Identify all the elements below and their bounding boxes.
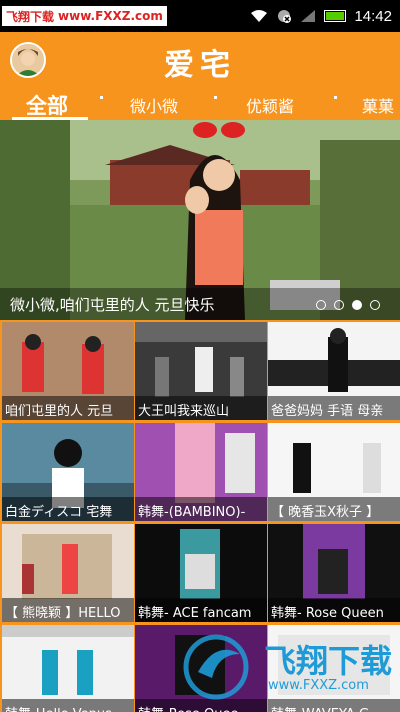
video-caption-bar: 【 晚香玉X秋子 】 [268,497,400,521]
pagination-dot[interactable] [370,300,380,310]
tab-youyingjiang[interactable]: 优颖酱 [246,93,294,117]
video-tile[interactable]: 爸爸妈妈 手语 母亲 [268,322,400,420]
clock: 14:42 [354,7,392,25]
watermark-overlay: 飞翔下载 www.FXXZ.com [178,632,393,702]
watermark-name: 飞翔下载 [6,9,55,24]
tab-guoguo[interactable]: 菓菓 [362,93,394,117]
video-title: 【 熊晓颖 】HELLO [5,606,121,621]
video-title: 韩舞- Rose Queen [271,606,384,621]
video-tile[interactable]: 咱们屯里的人 元旦 [2,322,134,420]
pagination-dot-active[interactable] [352,300,362,310]
video-title: 爸爸妈妈 手语 母亲 [271,404,384,419]
watermark-url: www.FXXZ.com [58,9,163,23]
video-title: 韩舞-Rose Quee [138,703,238,712]
video-tile[interactable]: 韩舞- Rose Queen [268,524,400,622]
tab-separator [214,96,217,99]
tab-all[interactable]: 全部 [26,90,68,120]
battery-icon [324,10,347,22]
video-caption-bar: 韩舞- ACE fancam [135,598,267,622]
video-tile[interactable]: 韩舞-(BAMBINO)- [135,423,267,521]
video-title: 韩舞-WAVEYA G [271,703,369,712]
featured-banner[interactable]: 微小微,咱们屯里的人 元旦快乐 [0,120,400,320]
video-title: 白金ディスコ 宅舞 [5,505,113,520]
video-tile[interactable]: 【 熊晓颖 】HELLO [2,524,134,622]
app-header: 爱宅 全部 微小微 优颖酱 菓菓 [0,32,400,120]
video-title: 韩舞-Hello Venus [5,703,112,712]
video-caption-bar: 韩舞-Hello Venus [2,699,134,712]
video-caption-bar: 爸爸妈妈 手语 母亲 [268,396,400,420]
banner-caption: 微小微,咱们屯里的人 元旦快乐 [10,296,215,314]
video-title: 大王叫我来巡山 [138,404,230,419]
app-title: 爱宅 [164,48,236,83]
status-icons: 14:42 [250,6,392,26]
video-caption-bar: 韩舞- Rose Queen [268,598,400,622]
video-tile[interactable]: 【 晚香玉X秋子 】 [268,423,400,521]
category-tabs: 全部 微小微 优颖酱 菓菓 [0,90,400,120]
pagination-dot[interactable] [316,300,326,310]
video-caption-bar: 大王叫我来巡山 [135,396,267,420]
watermark-logo-icon [183,634,249,700]
video-title: 韩舞-(BAMBINO)- [138,505,246,520]
video-caption-bar: 韩舞-(BAMBINO)- [135,497,267,521]
tab-separator [100,96,103,99]
wifi-icon [251,10,268,22]
video-tile[interactable]: 韩舞-Hello Venus [2,625,134,712]
video-tile[interactable]: 白金ディスコ 宅舞 [2,423,134,521]
video-title: 韩舞- ACE fancam [138,606,252,621]
watermark-url: www.FXXZ.com [268,678,369,693]
tab-separator [334,96,337,99]
video-title: 【 晚香玉X秋子 】 [271,505,380,520]
banner-pagination [316,300,380,310]
watermark-name: 飞翔下载 [264,642,393,680]
video-title: 咱们屯里的人 元旦 [5,404,114,419]
video-caption-bar: 【 熊晓颖 】HELLO [2,598,134,622]
status-bar: 飞翔下载 www.FXXZ.com 14:42 [0,0,400,32]
video-caption-bar: 咱们屯里的人 元旦 [2,396,134,420]
video-tile[interactable]: 大王叫我来巡山 [135,322,267,420]
signal-icon [301,10,316,22]
do-not-disturb-icon [278,10,292,23]
video-caption-bar: 白金ディスコ 宅舞 [2,497,134,521]
video-tile[interactable]: 韩舞- ACE fancam [135,524,267,622]
tab-weixiaowei[interactable]: 微小微 [130,93,178,117]
pagination-dot[interactable] [334,300,344,310]
watermark-badge: 飞翔下载 www.FXXZ.com [2,6,167,26]
